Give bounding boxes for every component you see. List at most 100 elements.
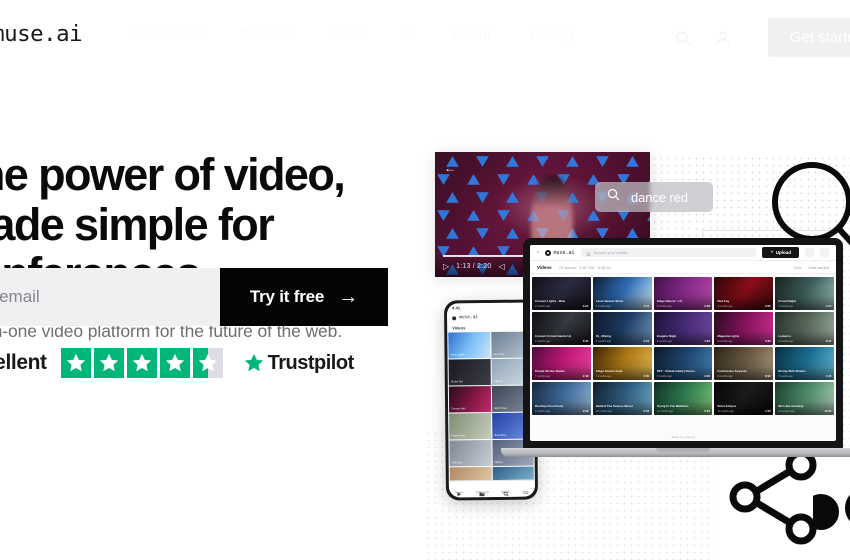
hero-visual: ← ▷ 1:13 / 2:20 ◁ dance red 9:41 muse.ai… [415,110,850,560]
video-card[interactable]: Stage Dancer - Uv 3 months ago 2:38 [653,277,713,310]
upload-button[interactable]: Upload [761,247,799,258]
trustpilot-wordmark: Trustpilot [267,351,355,374]
phone-app-name: muse.ai [459,315,479,321]
video-card[interactable]: Stage Smoke Gold 7 months ago 3:05 [592,347,652,380]
video-card[interactable]: Magenta Lights 6 months ago 5:26 [714,312,774,345]
app-search-input[interactable]: Search your media [580,248,756,257]
video-card-duration: 6:17 [825,338,832,343]
play-icon[interactable]: ▷ [443,262,449,271]
star-icon [126,348,157,378]
signup-form: Try it free → [0,268,388,326]
video-card[interactable]: Concert Crowd Hands Up 4 months ago 5:40 [532,312,591,345]
video-card-duration: 4:45 [825,373,832,378]
triangle-shape [446,192,459,203]
search-query-text: dance red [631,189,688,205]
list-item[interactable]: Concert Red [448,386,491,413]
video-card[interactable]: Lanterns 6 months ago 6:17 [775,312,834,345]
video-card[interactable]: Dj - Mixing 5 months ago 3:19 [592,312,652,345]
nav-item-product[interactable]: Product [240,27,291,43]
video-card-title: Stage Smoke Gold [595,369,623,373]
phone-nav-item-more[interactable]: More [522,484,529,495]
notifications-icon[interactable] [805,248,814,257]
search-icon [503,484,509,497]
video-card[interactable]: Purple Strobe Studio 7 months ago 2:48 [532,347,591,380]
video-card[interactable]: Diving With Sharks 9 months ago 4:45 [775,347,834,380]
trustpilot-stars [60,348,223,378]
view-toggle[interactable]: Grid [794,265,802,270]
video-card-meta: 3 months ago [656,304,672,308]
video-card-duration: 5:40 [582,338,589,343]
video-card-duration: 5:26 [765,338,771,343]
phone-nav-item-videos[interactable]: Videos [455,484,463,497]
try-it-free-label: Try it free [249,287,325,306]
video-card[interactable]: Conference Keynote 8 months ago 8:02 [714,347,774,380]
video-card[interactable]: Behind The Scenes Shoot 10 months ago 2:16 [592,382,652,415]
video-card[interactable]: Concert Lights - Blue 2 months ago 3:24 [532,277,591,310]
list-item[interactable]: Neon Lights [448,332,491,359]
volume-icon[interactable]: ◁ [498,262,504,271]
nav-item-ai[interactable]: AI [401,27,415,43]
nav-item-about[interactable]: About [453,27,491,43]
phone-nav-item-collections[interactable]: Collections [476,484,489,497]
video-card[interactable]: Solar Eclipse 11 months ago 1:50 [714,382,774,415]
video-card[interactable]: Laser Beams Show 2 months ago 4:11 [592,277,652,310]
app-logo[interactable]: muse.ai [545,249,575,256]
navbar: muse.ai Use Cases Product Tools AI About… [0,0,850,72]
video-card-title: Stage Dancer - Uv [656,299,683,303]
star-half-icon [192,348,223,378]
get-started-button[interactable]: Get started [767,18,850,57]
trustpilot-rating[interactable]: Excellent Trustpilot [0,348,354,378]
triangle-shape [497,210,510,221]
list-item[interactable]: Rain Shot [449,440,492,467]
video-card-meta: 11 months ago [778,409,795,413]
video-card-duration: 14:22 [824,408,832,413]
video-card-title: Conference Keynote [717,369,747,373]
back-arrow-icon[interactable]: ← [444,161,456,175]
logo[interactable]: muse.ai [0,22,83,47]
triangle-shape [566,156,579,167]
back-chevron-icon[interactable]: ‹ [537,250,539,256]
video-card-meta: 9 months ago [535,409,551,413]
video-card[interactable]: Crowd Night 4 months ago 1:54 [775,277,834,310]
video-card-duration: 2:38 [704,303,710,308]
phone-nav-label: More [522,490,529,494]
video-card[interactable]: Ski Lake Getaway 11 months ago 14:22 [775,382,834,415]
list-item[interactable]: Forest Road [449,413,491,440]
list-item-title: Skyline [494,460,503,464]
video-card[interactable]: NFT - Virtual Gallery Demo 8 months ago 2:… [653,347,713,380]
sort-control[interactable]: Date added [808,265,829,270]
list-item[interactable]: Studio Set [448,359,491,386]
video-card-meta: 8 months ago [717,374,733,378]
app-subbar: Videos 74 videos · 5.87 GB · 4:18:41 Gri… [530,261,836,274]
try-it-free-button[interactable]: Try it free → [219,268,388,326]
email-field[interactable] [0,268,220,326]
phone-status-time: 9:41 [452,305,461,311]
triangle-shape [506,228,519,239]
triangle-shape [437,174,450,185]
triangle-shape [446,228,459,239]
video-search-pill[interactable]: dance red [595,182,713,212]
nav-item-tools[interactable]: Tools [329,27,363,43]
video-card-meta: 11 months ago [717,409,734,413]
video-card-title: Crowd Night [778,299,797,303]
video-card-meta: 8 months ago [656,374,672,378]
account-icon[interactable] [820,248,829,257]
triangle-shape [626,156,639,167]
folder-icon [479,484,485,497]
list-item-title: Neon Lights [450,353,465,357]
user-icon[interactable] [714,29,732,47]
video-card-meta: 9 months ago [778,374,794,378]
phone-app-header: muse.ai [447,311,534,324]
video-card[interactable]: Red Fog 3 months ago 2:05 [714,277,774,310]
video-card[interactable]: Flying In The Maldives 10 months ago 5:33 [653,382,713,415]
video-card-meta: 2 months ago [535,304,551,308]
nav-item-pricing[interactable]: Pricing [529,27,574,43]
video-card-title: Lanterns [778,334,791,338]
video-card[interactable]: Imagine Night 5 months ago 4:32 [653,312,713,345]
nav-item-use-cases[interactable]: Use Cases [130,27,202,43]
video-card-title: Behind The Scenes Shoot [595,404,633,408]
trustpilot-rating-word: Excellent [0,351,47,374]
search-icon[interactable] [674,29,692,47]
phone-nav-item-search[interactable]: Search [501,484,510,497]
video-card[interactable]: Rooftop Pool Drone 9 months ago 3:58 [532,382,591,415]
